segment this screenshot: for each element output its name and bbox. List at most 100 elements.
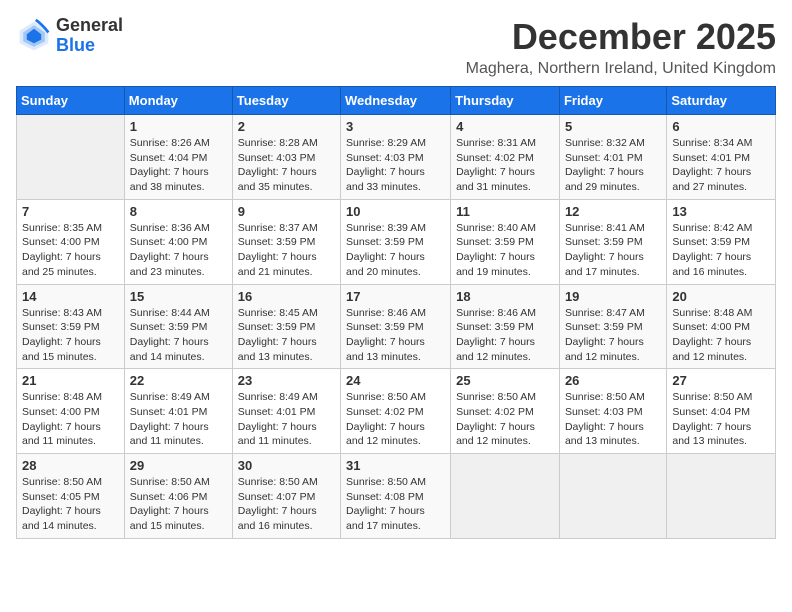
day-info: Sunrise: 8:29 AM Sunset: 4:03 PM Dayligh… <box>346 136 445 195</box>
day-number: 23 <box>238 373 335 388</box>
day-info: Sunrise: 8:37 AM Sunset: 3:59 PM Dayligh… <box>238 221 335 280</box>
day-number: 12 <box>565 204 661 219</box>
calendar-week-1: 1Sunrise: 8:26 AM Sunset: 4:04 PM Daylig… <box>17 115 776 200</box>
day-info: Sunrise: 8:35 AM Sunset: 4:00 PM Dayligh… <box>22 221 119 280</box>
calendar-cell <box>17 115 125 200</box>
calendar-week-4: 21 Sunrise: 8:48 AM Sunset: 4:00 PM Dayli… <box>17 369 776 454</box>
day-number: 17 <box>346 289 445 304</box>
calendar-cell <box>667 454 776 539</box>
day-info: Sunrise: 8:34 AM Sunset: 4:01 PM Dayligh… <box>672 136 770 195</box>
header-thursday: Thursday <box>451 87 560 115</box>
page-header: General Blue December 2025 Maghera, Nort… <box>16 16 776 78</box>
calendar-cell: 23 Sunrise: 8:49 AM Sunset: 4:01 PM Dayli… <box>232 369 340 454</box>
day-number: 16 <box>238 289 335 304</box>
day-info: Sunrise: 8:50 AM Sunset: 4:03 PM Dayligh… <box>565 390 661 449</box>
calendar-cell: 2 Sunrise: 8:28 AM Sunset: 4:03 PM Daylig… <box>232 115 340 200</box>
day-info: Sunrise: 8:32 AM Sunset: 4:01 PM Dayligh… <box>565 136 661 195</box>
calendar-week-5: 28 Sunrise: 8:50 AM Sunset: 4:05 PM Dayli… <box>17 454 776 539</box>
calendar: SundayMondayTuesdayWednesdayThursdayFrid… <box>16 86 776 539</box>
day-info: Sunrise: 8:42 AM Sunset: 3:59 PM Dayligh… <box>672 221 770 280</box>
calendar-cell: 25Sunrise: 8:50 AM Sunset: 4:02 PM Dayli… <box>451 369 560 454</box>
calendar-cell: 26 Sunrise: 8:50 AM Sunset: 4:03 PM Dayli… <box>559 369 666 454</box>
calendar-cell: 4Sunrise: 8:31 AM Sunset: 4:02 PM Daylig… <box>451 115 560 200</box>
day-number: 2 <box>238 119 335 134</box>
day-number: 5 <box>565 119 661 134</box>
calendar-cell: 20Sunrise: 8:48 AM Sunset: 4:00 PM Dayli… <box>667 284 776 369</box>
calendar-cell: 29 Sunrise: 8:50 AM Sunset: 4:06 PM Dayli… <box>124 454 232 539</box>
calendar-cell: 18Sunrise: 8:46 AM Sunset: 3:59 PM Dayli… <box>451 284 560 369</box>
header-friday: Friday <box>559 87 666 115</box>
calendar-cell: 30Sunrise: 8:50 AM Sunset: 4:07 PM Dayli… <box>232 454 340 539</box>
calendar-cell: 11 Sunrise: 8:40 AM Sunset: 3:59 PM Dayli… <box>451 199 560 284</box>
day-info: Sunrise: 8:50 AM Sunset: 4:02 PM Dayligh… <box>456 390 554 449</box>
day-info: Sunrise: 8:39 AM Sunset: 3:59 PM Dayligh… <box>346 221 445 280</box>
day-number: 22 <box>130 373 227 388</box>
calendar-cell: 27 Sunrise: 8:50 AM Sunset: 4:04 PM Dayli… <box>667 369 776 454</box>
calendar-cell: 5 Sunrise: 8:32 AM Sunset: 4:01 PM Daylig… <box>559 115 666 200</box>
location-title: Maghera, Northern Ireland, United Kingdo… <box>466 60 776 78</box>
day-number: 11 <box>456 204 554 219</box>
month-title: December 2025 <box>466 16 776 58</box>
day-number: 27 <box>672 373 770 388</box>
calendar-cell: 24Sunrise: 8:50 AM Sunset: 4:02 PM Dayli… <box>341 369 451 454</box>
calendar-cell: 21 Sunrise: 8:48 AM Sunset: 4:00 PM Dayli… <box>17 369 125 454</box>
day-info: Sunrise: 8:49 AM Sunset: 4:01 PM Dayligh… <box>130 390 227 449</box>
calendar-cell: 13 Sunrise: 8:42 AM Sunset: 3:59 PM Dayli… <box>667 199 776 284</box>
day-number: 29 <box>130 458 227 473</box>
calendar-cell: 12 Sunrise: 8:41 AM Sunset: 3:59 PM Dayli… <box>559 199 666 284</box>
calendar-cell: 15 Sunrise: 8:44 AM Sunset: 3:59 PM Dayli… <box>124 284 232 369</box>
logo-text: General Blue <box>56 16 123 56</box>
day-info: Sunrise: 8:26 AM Sunset: 4:04 PM Dayligh… <box>130 136 227 195</box>
day-info: Sunrise: 8:28 AM Sunset: 4:03 PM Dayligh… <box>238 136 335 195</box>
day-number: 3 <box>346 119 445 134</box>
day-info: Sunrise: 8:50 AM Sunset: 4:04 PM Dayligh… <box>672 390 770 449</box>
header-saturday: Saturday <box>667 87 776 115</box>
calendar-week-2: 7 Sunrise: 8:35 AM Sunset: 4:00 PM Daylig… <box>17 199 776 284</box>
day-info: Sunrise: 8:50 AM Sunset: 4:07 PM Dayligh… <box>238 475 335 534</box>
day-number: 15 <box>130 289 227 304</box>
logo-icon <box>16 18 52 54</box>
day-info: Sunrise: 8:48 AM Sunset: 4:00 PM Dayligh… <box>22 390 119 449</box>
calendar-cell <box>451 454 560 539</box>
day-info: Sunrise: 8:50 AM Sunset: 4:02 PM Dayligh… <box>346 390 445 449</box>
day-info: Sunrise: 8:41 AM Sunset: 3:59 PM Dayligh… <box>565 221 661 280</box>
day-number: 19 <box>565 289 661 304</box>
day-number: 13 <box>672 204 770 219</box>
day-info: Sunrise: 8:50 AM Sunset: 4:08 PM Dayligh… <box>346 475 445 534</box>
calendar-cell: 22 Sunrise: 8:49 AM Sunset: 4:01 PM Dayli… <box>124 369 232 454</box>
calendar-cell <box>559 454 666 539</box>
day-info: Sunrise: 8:44 AM Sunset: 3:59 PM Dayligh… <box>130 306 227 365</box>
calendar-cell: 7 Sunrise: 8:35 AM Sunset: 4:00 PM Daylig… <box>17 199 125 284</box>
calendar-cell: 8Sunrise: 8:36 AM Sunset: 4:00 PM Daylig… <box>124 199 232 284</box>
day-info: Sunrise: 8:47 AM Sunset: 3:59 PM Dayligh… <box>565 306 661 365</box>
calendar-cell: 19 Sunrise: 8:47 AM Sunset: 3:59 PM Dayli… <box>559 284 666 369</box>
day-info: Sunrise: 8:45 AM Sunset: 3:59 PM Dayligh… <box>238 306 335 365</box>
day-number: 10 <box>346 204 445 219</box>
day-info: Sunrise: 8:46 AM Sunset: 3:59 PM Dayligh… <box>346 306 445 365</box>
calendar-week-3: 14 Sunrise: 8:43 AM Sunset: 3:59 PM Dayli… <box>17 284 776 369</box>
day-number: 21 <box>22 373 119 388</box>
day-number: 26 <box>565 373 661 388</box>
day-number: 28 <box>22 458 119 473</box>
day-number: 9 <box>238 204 335 219</box>
day-info: Sunrise: 8:40 AM Sunset: 3:59 PM Dayligh… <box>456 221 554 280</box>
header-sunday: Sunday <box>17 87 125 115</box>
day-number: 7 <box>22 204 119 219</box>
calendar-cell: 3 Sunrise: 8:29 AM Sunset: 4:03 PM Daylig… <box>341 115 451 200</box>
day-info: Sunrise: 8:50 AM Sunset: 4:05 PM Dayligh… <box>22 475 119 534</box>
calendar-cell: 1Sunrise: 8:26 AM Sunset: 4:04 PM Daylig… <box>124 115 232 200</box>
calendar-cell: 17 Sunrise: 8:46 AM Sunset: 3:59 PM Dayli… <box>341 284 451 369</box>
day-info: Sunrise: 8:43 AM Sunset: 3:59 PM Dayligh… <box>22 306 119 365</box>
calendar-cell: 9 Sunrise: 8:37 AM Sunset: 3:59 PM Daylig… <box>232 199 340 284</box>
logo: General Blue <box>16 16 123 56</box>
title-area: December 2025 Maghera, Northern Ireland,… <box>466 16 776 78</box>
day-info: Sunrise: 8:50 AM Sunset: 4:06 PM Dayligh… <box>130 475 227 534</box>
calendar-header-row: SundayMondayTuesdayWednesdayThursdayFrid… <box>17 87 776 115</box>
header-wednesday: Wednesday <box>341 87 451 115</box>
day-info: Sunrise: 8:46 AM Sunset: 3:59 PM Dayligh… <box>456 306 554 365</box>
day-number: 14 <box>22 289 119 304</box>
day-info: Sunrise: 8:49 AM Sunset: 4:01 PM Dayligh… <box>238 390 335 449</box>
day-info: Sunrise: 8:36 AM Sunset: 4:00 PM Dayligh… <box>130 221 227 280</box>
day-number: 20 <box>672 289 770 304</box>
calendar-cell: 16 Sunrise: 8:45 AM Sunset: 3:59 PM Dayli… <box>232 284 340 369</box>
